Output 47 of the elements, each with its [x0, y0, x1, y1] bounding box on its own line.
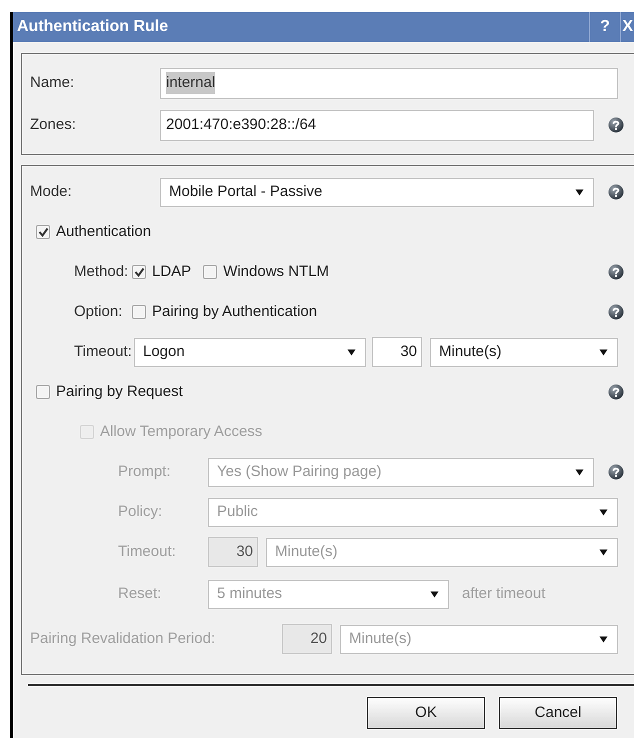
caret-icon [599, 548, 608, 556]
checkbox-label: Windows NTLM [223, 262, 330, 282]
field-label: Mode: [29, 182, 73, 202]
field-label: Reset: [117, 584, 162, 604]
caret-icon [599, 348, 608, 356]
caret-icon [575, 468, 584, 476]
checkbox-label: Pairing by Request [56, 382, 183, 402]
help-icon[interactable] [608, 184, 624, 200]
checkbox[interactable] [36, 385, 50, 399]
field-label: Option: [73, 302, 124, 322]
checkbox-label: Allow Temporary Access [100, 422, 262, 442]
help-icon[interactable] [608, 264, 624, 280]
unit-dropdown[interactable]: Minute(s) [430, 338, 618, 366]
checkbox[interactable] [36, 225, 50, 239]
checkbox[interactable] [132, 305, 146, 319]
caret-icon [599, 508, 608, 516]
close-button[interactable]: X [620, 12, 634, 42]
caret-icon [430, 590, 439, 598]
field-label: Prompt: [117, 462, 172, 482]
checkbox-label: Pairing by Authentication [152, 302, 318, 322]
number-field[interactable]: 30 [372, 337, 422, 367]
dialog-button[interactable]: OK [367, 697, 485, 729]
help-button[interactable]: ? [589, 12, 620, 42]
timeout-dropdown[interactable]: Logon [134, 338, 366, 366]
caret-icon [347, 348, 356, 356]
field-label: Pairing Revalidation Period: [29, 628, 216, 649]
field-label: Timeout: [117, 542, 177, 562]
field-label: Timeout: [73, 342, 133, 362]
field-label: Zones: [29, 114, 77, 135]
help-icon[interactable] [608, 117, 624, 133]
caret-icon [599, 636, 608, 642]
caret-icon [575, 188, 584, 196]
field-label: Policy: [117, 502, 164, 522]
checkbox-label: Authentication [56, 222, 152, 242]
text-field[interactable]: 2001:470:e390:28::/64 [160, 110, 594, 140]
text-field[interactable]: internal [160, 68, 618, 98]
field-label: Method: [73, 262, 130, 282]
suffix-text: after timeout [462, 584, 546, 604]
mode-dropdown[interactable]: Mobile Portal - Passive [160, 178, 594, 206]
checkbox[interactable] [132, 265, 146, 279]
field-label: Name: [29, 72, 76, 93]
help-icon[interactable] [608, 384, 624, 400]
dialog-button[interactable]: Cancel [499, 697, 617, 729]
checkbox[interactable] [203, 265, 218, 279]
checkbox-label: LDAP [152, 262, 192, 282]
window-title: Authentication Rule [16, 17, 170, 37]
help-icon[interactable] [608, 304, 624, 320]
